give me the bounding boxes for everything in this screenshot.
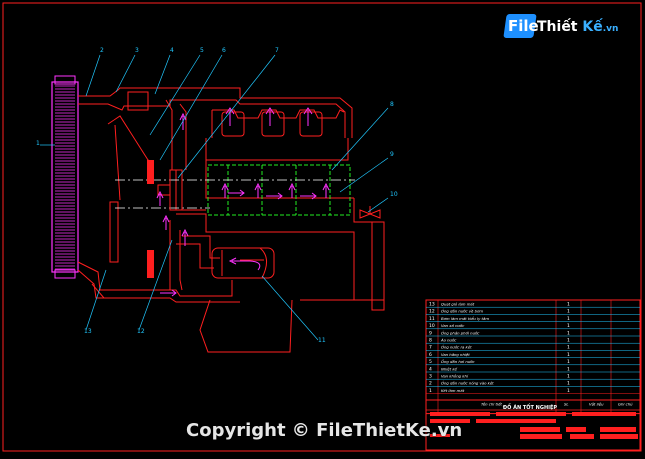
row-number: 7 (429, 345, 432, 351)
row-number: 3 (429, 374, 432, 380)
callout-9: 9 (390, 151, 394, 158)
row-number: 2 (429, 381, 432, 387)
callout-13: 13 (84, 328, 92, 335)
callout-11: 11 (318, 337, 326, 344)
callout-4: 4 (170, 47, 174, 54)
table-header-cell: Vật liệu (589, 402, 604, 407)
callout-5: 5 (200, 47, 204, 54)
table-row: 9 Ống phân phối nước 1 (429, 330, 570, 336)
row-name: Ống phân phối nước (441, 330, 480, 335)
copyright-watermark: Copyright © FileThietKe.vn (186, 420, 463, 441)
table-row: 1 Két làm mát 1 (429, 388, 570, 394)
row-name: Van hằng nhiệt (441, 352, 470, 357)
row-qty: 1 (567, 309, 570, 315)
logo-name: Thiết Kế.vn (537, 19, 618, 35)
row-name: Van không khí (441, 374, 469, 379)
callout-10: 10 (390, 191, 398, 198)
row-qty: 1 (567, 374, 570, 380)
title-block-text-bar (496, 412, 566, 416)
callout-labels: 12 3 4 5 6 78910111213 (36, 47, 398, 344)
row-number: 8 (429, 338, 432, 344)
row-name: Ống dẫn nước nóng vào két (441, 381, 494, 386)
title-block-text-bar (600, 427, 636, 432)
row-qty: 1 (567, 330, 570, 336)
row-number: 6 (429, 352, 432, 358)
row-number: 1 (429, 388, 432, 394)
table-row: 5 Ống dẫn hơi nước 1 (429, 359, 570, 365)
title-block-text-bar (570, 434, 594, 439)
row-qty: 1 (567, 338, 570, 344)
engine-block (175, 109, 385, 353)
row-qty: 1 (567, 359, 570, 365)
row-qty: 1 (567, 316, 570, 322)
logo-vn: .vn (602, 24, 619, 34)
table-row: 10 Van xả nước 1 (429, 323, 570, 329)
callout-7: 7 (275, 47, 279, 54)
row-name: Nhiệt kế (441, 366, 458, 371)
table-row: 13 Quạt gió làm mát 1 (429, 302, 570, 308)
title-block-text-bar (520, 427, 560, 432)
title-block-text-bar (572, 412, 636, 416)
table-row: 7 Ống nước ra két 1 (429, 345, 570, 351)
callout-6: 6 (222, 47, 226, 54)
title-block-text-bar (476, 419, 556, 423)
title-block-text-bar (600, 434, 638, 439)
row-qty: 1 (567, 302, 570, 308)
row-qty: 1 (567, 323, 570, 329)
centerline (115, 179, 355, 209)
row-name: Áo nước (440, 338, 457, 343)
row-qty: 1 (567, 366, 570, 372)
drawing-frame (2, 2, 642, 452)
table-row: 8 Áo nước 1 (429, 338, 570, 344)
drain-valve (359, 206, 381, 219)
row-number: 13 (429, 302, 435, 308)
row-name: Quạt gió làm mát (441, 302, 475, 307)
filethietke-logo: File Thiết Kế.vn (503, 14, 618, 44)
cooling-system-drawing: 12 3 4 5 6 78910111213 13 Quạt gió làm mát 112 Ố… (2, 2, 642, 452)
title-block-text-bar (520, 434, 562, 439)
logo-file-text: File (508, 17, 539, 35)
callout-1: 1 (36, 140, 40, 147)
pipe-network (77, 87, 353, 303)
callout-12: 12 (137, 328, 145, 335)
table-row: 6 Van hằng nhiệt 1 (429, 352, 570, 358)
row-qty: 1 (567, 388, 570, 394)
row-number: 5 (429, 359, 432, 365)
row-number: 11 (429, 316, 435, 322)
row-name: Két làm mát (441, 388, 465, 393)
logo-thiet: Thiết (537, 19, 578, 35)
row-qty: 1 (567, 345, 570, 351)
row-name: Bơm làm mát kiểu ly tâm (441, 316, 489, 321)
row-number: 10 (429, 323, 435, 329)
row-number: 12 (429, 309, 435, 315)
callout-2: 2 (100, 47, 104, 54)
title-block-text-bar (566, 427, 586, 432)
radiator (51, 75, 79, 279)
title-block-text-bar (430, 412, 490, 416)
table-header-cell: Tên chi tiết (481, 402, 502, 407)
table-row: 3 Van không khí 1 (429, 374, 570, 380)
row-name: Ống dẫn hơi nước (441, 359, 475, 364)
callout-3: 3 (135, 47, 139, 54)
row-number: 9 (429, 330, 432, 336)
logo-ke: Kế (582, 19, 603, 35)
row-name: Van xả nước (441, 323, 465, 328)
table-row: 11 Bơm làm mát kiểu ly tâm 1 (429, 316, 570, 322)
row-number: 4 (429, 366, 432, 372)
table-header-cell: SL (564, 402, 569, 407)
row-name: Ống dẫn nước về bơm (441, 309, 483, 314)
row-qty: 1 (567, 381, 570, 387)
row-qty: 1 (567, 352, 570, 358)
callout-8: 8 (390, 101, 394, 108)
table-row: 12 Ống dẫn nước về bơm 1 (429, 309, 570, 315)
parts-table: 13 Quạt gió làm mát 112 Ống dẫn nước về bơm… (425, 299, 641, 415)
table-row: 2 Ống dẫn nước nóng vào két 1 (429, 381, 570, 387)
table-row: 4 Nhiệt kế 1 (429, 366, 570, 372)
table-header-cell: Ghi chú (618, 402, 633, 407)
row-name: Ống nước ra két (441, 345, 472, 350)
cad-drawing: 1 2 3 4 5 6 7 8 9 10 11 12 13 13 Quạt gió làm mát 1 12 Ố… (0, 0, 645, 455)
